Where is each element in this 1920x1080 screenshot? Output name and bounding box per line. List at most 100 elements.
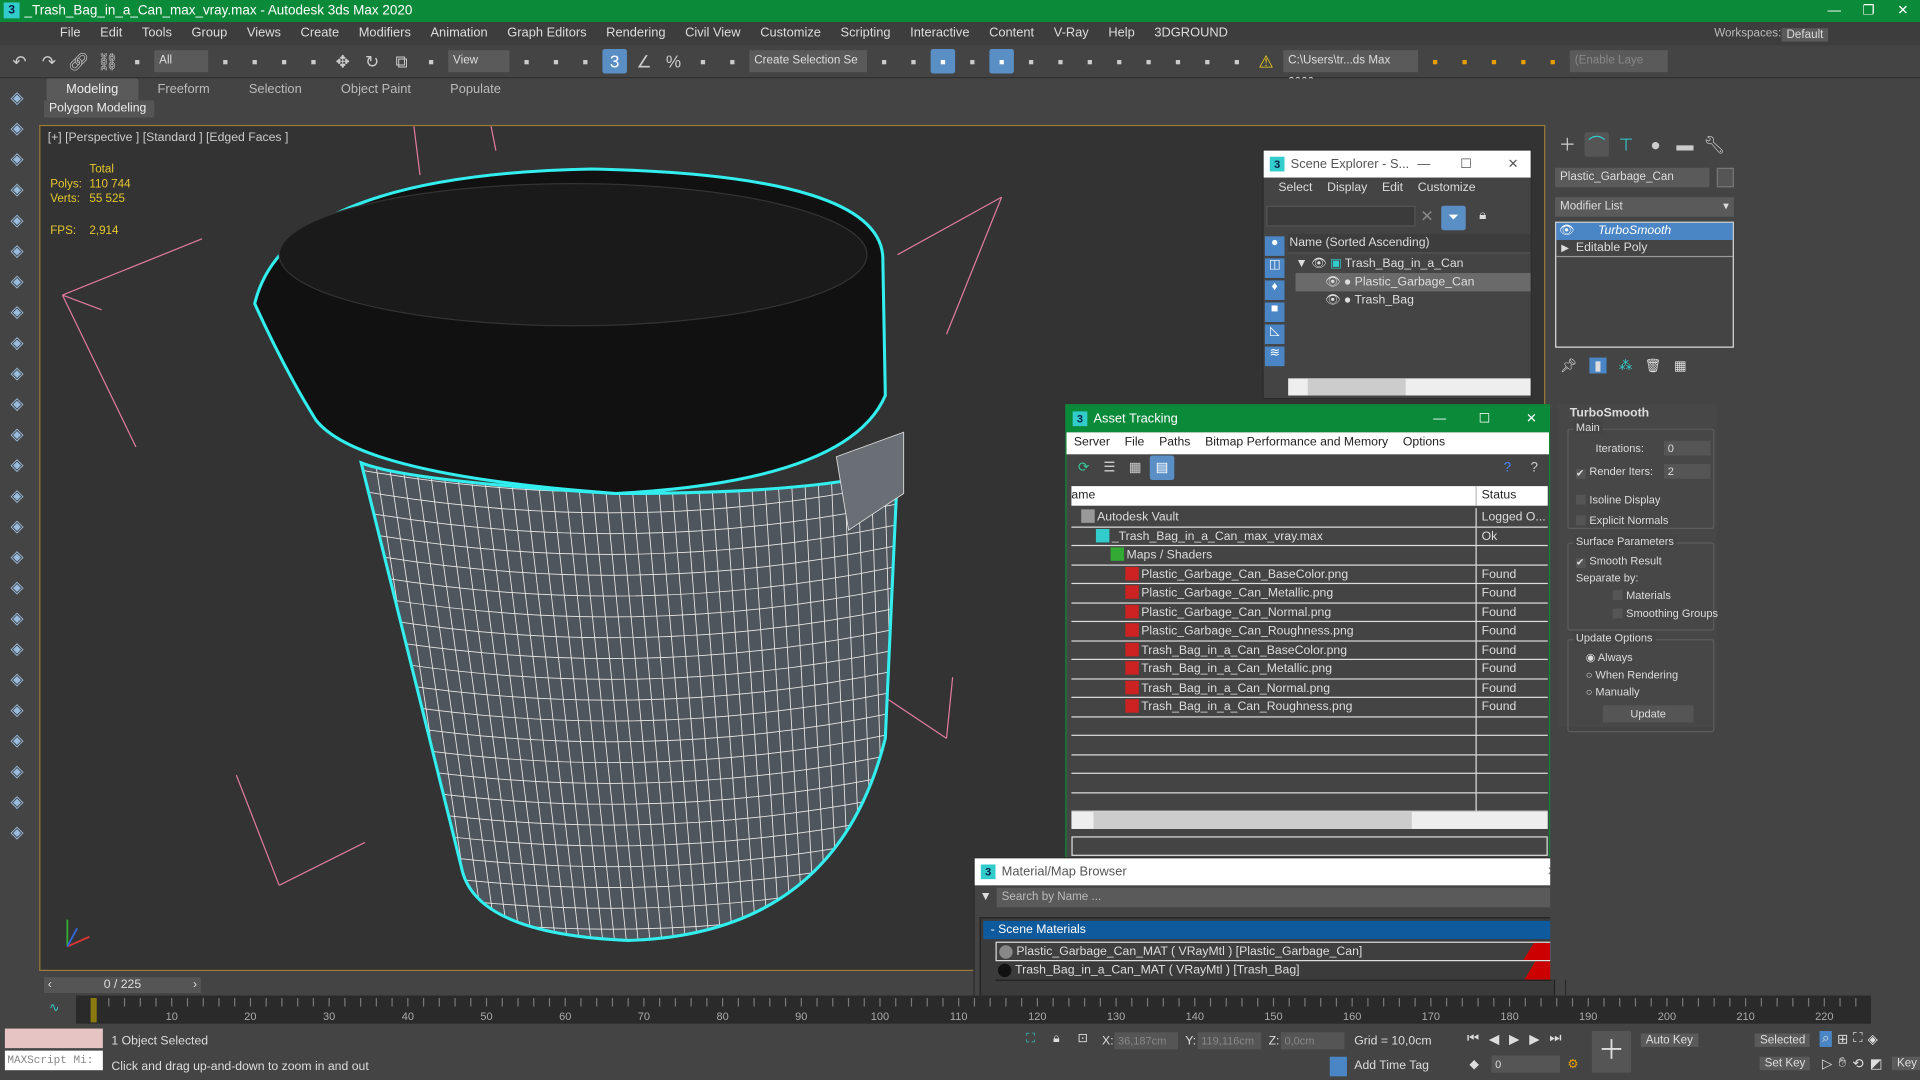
table-view-icon[interactable]: ▤ — [1149, 455, 1175, 481]
create-tab-icon[interactable]: ＋ — [1555, 132, 1579, 156]
edit-named-sets-icon[interactable]: ▪ — [720, 49, 744, 73]
layer-explorer-icon[interactable]: ▪ — [960, 49, 984, 73]
menu-customize[interactable]: Customize — [750, 22, 830, 45]
smooth-result-checkbox[interactable]: ✔ Smooth Result — [1575, 555, 1662, 569]
time-slider[interactable]: ‹ 0 / 225 › — [44, 977, 201, 994]
percent-snap-icon[interactable]: % — [661, 49, 685, 73]
place-icon[interactable]: ▪ — [419, 49, 443, 73]
window-crossing-icon[interactable]: ▪ — [301, 49, 325, 73]
update-button[interactable]: Update — [1602, 705, 1694, 723]
reference-coordinate-dropdown[interactable]: View — [448, 50, 510, 73]
plane-icon[interactable]: ◈ — [5, 574, 29, 598]
cylinder-icon[interactable]: ◈ — [5, 421, 29, 445]
zoom-icon[interactable]: ⌕ — [1819, 1031, 1833, 1047]
asset-row[interactable]: Plastic_Garbage_Can_Normal.png Found — [1071, 603, 1548, 623]
go-to-end-icon[interactable]: ⏭ — [1549, 1031, 1561, 1047]
se-menu-edit[interactable]: Edit — [1375, 178, 1411, 200]
rotate-icon[interactable]: ↻ — [360, 49, 384, 73]
stack-item-turbosmooth[interactable]: 👁︎ TurboSmooth — [1556, 222, 1733, 241]
box-icon[interactable]: ◈ — [5, 360, 29, 384]
close-button[interactable]: ✕ — [1508, 151, 1519, 178]
time-config-icon[interactable]: ⚙︎ — [1567, 1058, 1578, 1071]
ribbon-tab-selection[interactable]: Selection — [229, 78, 321, 100]
isolate-selection-icon[interactable]: ⛶ — [1026, 1032, 1035, 1045]
layer-tool-3-icon[interactable]: ▪ — [1482, 49, 1506, 73]
menu-file[interactable]: File — [50, 22, 90, 45]
materials-checkbox[interactable]: Materials — [1612, 589, 1671, 601]
render-iters-checkbox[interactable]: ✔ Render Iters: — [1575, 465, 1653, 479]
configure-sets-icon[interactable]: ▦ — [1674, 358, 1687, 374]
column-name[interactable]: ame — [1071, 486, 1095, 506]
script-icon[interactable]: ◈ — [5, 758, 29, 782]
expand-arrow-icon[interactable]: ▼ — [1296, 257, 1308, 270]
make-unique-icon[interactable]: ⁂ — [1619, 358, 1632, 374]
ribbon-icon[interactable]: ▪ — [989, 48, 1014, 74]
ribbon-tab-object-paint[interactable]: Object Paint — [321, 78, 430, 100]
key-filters-button[interactable]: Key Filters... — [1892, 1057, 1920, 1071]
minimize-button[interactable]: — — [1433, 405, 1446, 432]
curve-editor-icon[interactable]: ▪ — [1019, 49, 1043, 73]
display-tab-icon[interactable]: ▬ — [1673, 132, 1697, 156]
tree-item-trash-bag[interactable]: 👁︎ ● Trash_Bag — [1296, 291, 1531, 309]
prev-key-icon[interactable]: ◀︎ — [1489, 1031, 1499, 1047]
expand-arrow-icon[interactable]: ▶ — [1561, 240, 1569, 257]
zoom-extents-all-icon[interactable]: ◈ — [1867, 1031, 1877, 1047]
maximize-viewport-icon[interactable]: ◩ — [1870, 1056, 1883, 1072]
zoom-all-icon[interactable]: ⊞ — [1837, 1031, 1848, 1047]
hierarchy-tab-icon[interactable]: ⊤ — [1614, 132, 1638, 156]
maxscript-mini-listener[interactable]: MAXScript Mi: — [4, 1050, 103, 1071]
zoom-extents-icon[interactable]: ⛶ — [1853, 1031, 1862, 1047]
shapes-filter-icon[interactable]: ◫ — [1264, 258, 1285, 278]
cloud-icon[interactable]: ◈ — [5, 115, 29, 139]
dope-icon[interactable]: ◈ — [5, 329, 29, 353]
rect-region-icon[interactable]: ▪ — [272, 49, 296, 73]
menu-rendering[interactable]: Rendering — [596, 22, 675, 45]
eye-icon[interactable]: 👁︎ — [1559, 223, 1575, 240]
unlink-icon[interactable]: ⛓ — [96, 49, 120, 73]
snap-toggle-icon[interactable]: 3 — [602, 48, 627, 74]
object-color-swatch[interactable] — [1716, 167, 1734, 188]
geometry-filter-icon[interactable]: ● — [1264, 236, 1285, 256]
set-key-button[interactable]: Set Key — [1759, 1057, 1811, 1071]
render-iters-spinner[interactable]: 2 — [1664, 464, 1711, 479]
column-status[interactable]: Status — [1475, 486, 1516, 506]
select-manipulate-icon[interactable]: ▪ — [573, 49, 597, 73]
motion-tab-icon[interactable]: ● — [1643, 132, 1667, 156]
layer-tool-1-icon[interactable]: ▪ — [1423, 49, 1447, 73]
undo-icon[interactable]: ↶ — [7, 49, 31, 73]
go-to-start-icon[interactable]: ⏮ — [1467, 1031, 1479, 1047]
eye-icon[interactable]: 👁︎ — [1325, 276, 1341, 289]
x-coordinate-field[interactable]: 36,187cm — [1114, 1032, 1178, 1050]
menu-create[interactable]: Create — [291, 22, 349, 45]
at-menu-file[interactable]: File — [1117, 432, 1151, 454]
scale-icon[interactable]: ⧉ — [389, 49, 413, 73]
next-frame-icon[interactable]: › — [193, 977, 197, 993]
z-coordinate-field[interactable]: 0,0cm — [1280, 1032, 1345, 1050]
asset-row[interactable]: Trash_Bag_in_a_Can_Roughness.png Found — [1071, 697, 1548, 717]
track-bar[interactable]: 10 20 30 40 50 60 70 80 90 100 110 120 130 140 150 160 1… — [75, 995, 1872, 1025]
project-folder-dropdown[interactable]: C:\Users\tr...ds Max 2020 — [1283, 50, 1418, 89]
pan-icon[interactable]: ✋︎ — [1839, 1056, 1847, 1072]
render-cloud-icon[interactable]: ▪ — [1195, 49, 1219, 73]
modifier-list-dropdown[interactable]: Modifier List ▾ — [1555, 197, 1734, 217]
menu-tools[interactable]: Tools — [132, 22, 182, 45]
sphere-icon[interactable]: ◈ — [5, 391, 29, 415]
clear-search-icon[interactable]: ✕ — [1420, 207, 1433, 227]
render-frame-icon[interactable]: ◈ — [5, 146, 29, 170]
maxscript-listener-output[interactable] — [4, 1028, 103, 1049]
mirror-snap-icon[interactable]: ▪ — [544, 49, 568, 73]
teapot-icon[interactable]: ◈ — [5, 452, 29, 476]
rollout-title[interactable]: TurboSmooth — [1558, 404, 1717, 420]
render-icon[interactable]: ▪ — [1166, 49, 1190, 73]
filter-icon[interactable]: ⏷ — [1441, 205, 1466, 231]
next-key-icon[interactable]: ▶︎ — [1529, 1031, 1539, 1047]
absolute-mode-icon[interactable]: ⊡ — [1078, 1032, 1088, 1045]
redo-icon[interactable]: ↷ — [37, 49, 61, 73]
cameras-filter-icon[interactable]: ■ — [1264, 302, 1285, 323]
scene-explorer-icon[interactable]: ◈ — [5, 176, 29, 200]
time-tag-icon[interactable] — [1329, 1056, 1347, 1077]
horizontal-scrollbar[interactable] — [1071, 811, 1548, 829]
manually-radio[interactable]: ○ Manually — [1586, 686, 1640, 698]
at-menu-options[interactable]: Options — [1396, 432, 1453, 454]
light-icon[interactable]: ◈ — [5, 238, 29, 262]
